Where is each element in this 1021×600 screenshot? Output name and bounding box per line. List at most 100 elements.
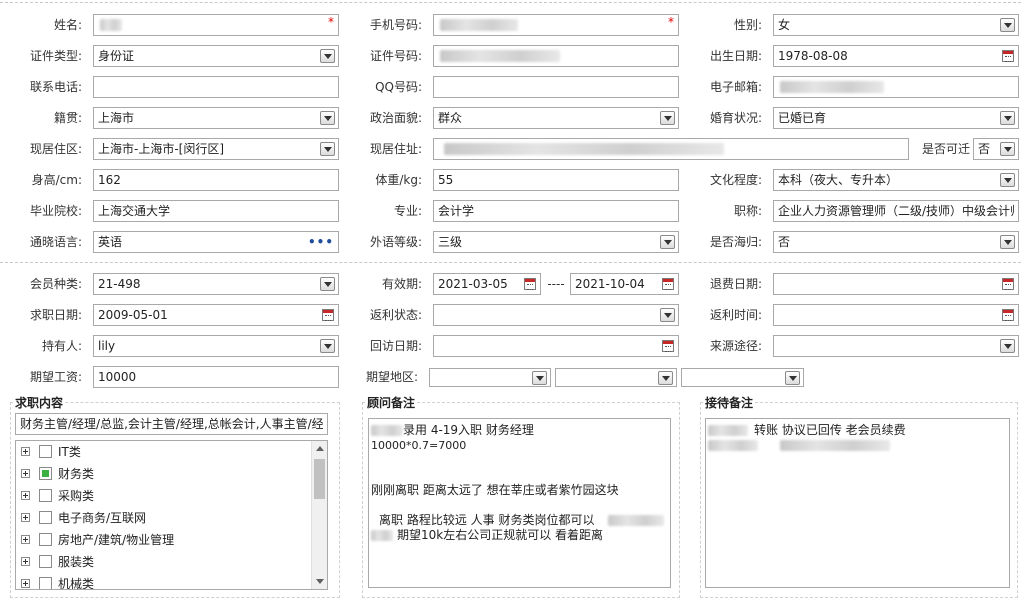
checkbox[interactable]	[39, 577, 52, 589]
chevron-down-icon[interactable]	[320, 49, 335, 63]
validity-from-input[interactable]: 2021-03-05	[433, 273, 541, 295]
expand-plus-icon[interactable]	[21, 579, 30, 588]
chevron-down-icon[interactable]	[1000, 173, 1015, 187]
more-options-icon[interactable]: •••	[308, 235, 334, 249]
rebate-status-select[interactable]	[433, 304, 679, 326]
chevron-down-icon[interactable]	[320, 339, 335, 353]
chevron-down-icon[interactable]	[660, 308, 675, 322]
job-content-selected-input[interactable]: 财务主管/经理/总监,会计主管/经理,总帐会计,人事主管/经理	[15, 413, 328, 435]
validity-to-input[interactable]: 2021-10-04	[570, 273, 679, 295]
lang-level-select[interactable]: 三级	[433, 231, 679, 253]
can-relocate-select[interactable]: 否	[973, 138, 1019, 160]
source-select[interactable]	[773, 335, 1019, 357]
political-select[interactable]: 群众	[433, 107, 679, 129]
calendar-icon[interactable]	[524, 278, 536, 290]
checkbox[interactable]	[39, 511, 52, 524]
name-input[interactable]: *	[93, 14, 339, 36]
expand-plus-icon[interactable]	[21, 513, 30, 522]
email-label: 电子邮箱:	[709, 80, 762, 94]
top-divider	[0, 2, 1021, 3]
title-label: 职称:	[733, 204, 762, 218]
qq-input[interactable]	[433, 76, 679, 98]
tree-item[interactable]: IT类	[16, 441, 327, 463]
title-input[interactable]: 企业人力资源管理师（二级/技师）中级会计师	[773, 200, 1019, 222]
tree-item[interactable]: 采购类	[16, 485, 327, 507]
redacted-phone	[440, 19, 518, 31]
scroll-thumb[interactable]	[314, 459, 325, 499]
expand-plus-icon[interactable]	[21, 491, 30, 500]
residence-area-select[interactable]: 上海市-上海市-[闵行区]	[93, 138, 339, 160]
tree-item[interactable]: 房地产/建筑/物业管理	[16, 529, 327, 551]
chevron-down-icon[interactable]	[1000, 18, 1015, 32]
height-input[interactable]: 162	[93, 169, 339, 191]
phone-input[interactable]: *	[433, 14, 679, 36]
tree-item[interactable]: 机械类	[16, 573, 327, 589]
chevron-down-icon[interactable]	[658, 371, 673, 385]
chevron-down-icon[interactable]	[1000, 235, 1015, 249]
chevron-down-icon[interactable]	[532, 371, 547, 385]
calendar-icon[interactable]	[322, 309, 334, 321]
chevron-down-icon[interactable]	[1000, 111, 1015, 125]
salary-input[interactable]: 10000	[93, 366, 339, 388]
area-label: 期望地区:	[365, 370, 418, 384]
member-type-select[interactable]: 21-498	[93, 273, 339, 295]
id-no-input[interactable]	[433, 45, 679, 67]
visit-date-input[interactable]	[433, 335, 679, 357]
chevron-down-icon[interactable]	[660, 111, 675, 125]
tree-item[interactable]: 财务类	[16, 463, 327, 485]
calendar-icon[interactable]	[662, 340, 674, 352]
calendar-icon[interactable]	[1002, 50, 1014, 62]
scroll-down-icon[interactable]	[316, 579, 324, 584]
area-city-select[interactable]	[555, 368, 677, 387]
area-district-select[interactable]	[681, 368, 804, 387]
chevron-down-icon[interactable]	[785, 371, 800, 385]
id-type-select[interactable]: 身份证	[93, 45, 339, 67]
refund-date-input[interactable]	[773, 273, 1019, 295]
weight-input[interactable]: 55	[433, 169, 679, 191]
chevron-down-icon[interactable]	[320, 111, 335, 125]
native-select[interactable]: 上海市	[93, 107, 339, 129]
tel-input[interactable]	[93, 76, 339, 98]
rebate-time-input[interactable]	[773, 304, 1019, 326]
area-province-select[interactable]	[429, 368, 551, 387]
scroll-up-icon[interactable]	[316, 446, 324, 451]
overseas-select[interactable]: 否	[773, 231, 1019, 253]
checkbox-checked[interactable]	[39, 467, 52, 480]
birth-date-input[interactable]: 1978-08-08	[773, 45, 1019, 67]
education-select[interactable]: 本科（夜大、专升本）	[773, 169, 1019, 191]
education-label: 文化程度:	[709, 173, 762, 187]
chevron-down-icon[interactable]	[320, 277, 335, 291]
marital-label: 婚育状况:	[709, 111, 762, 125]
tree-item[interactable]: 电子商务/互联网	[16, 507, 327, 529]
expand-plus-icon[interactable]	[21, 557, 30, 566]
advisor-notes-textarea[interactable]: 录用 4-19入职 财务经理 10000*0.7=7000 刚刚离职 距离太远了…	[368, 418, 671, 588]
marital-select[interactable]: 已婚已育	[773, 107, 1019, 129]
calendar-icon[interactable]	[1002, 309, 1014, 321]
job-date-input[interactable]: 2009-05-01	[93, 304, 339, 326]
calendar-icon[interactable]	[662, 278, 674, 290]
expand-plus-icon[interactable]	[21, 535, 30, 544]
major-input[interactable]: 会计学	[433, 200, 679, 222]
school-input[interactable]: 上海交通大学	[93, 200, 339, 222]
reception-notes-textarea[interactable]: 转账 协议已回传 老会员续费	[705, 418, 1010, 588]
email-input[interactable]	[773, 76, 1019, 98]
tree-scrollbar[interactable]	[311, 441, 327, 589]
chevron-down-icon[interactable]	[660, 235, 675, 249]
address-input[interactable]	[433, 138, 909, 160]
tree-item[interactable]: 服装类	[16, 551, 327, 573]
checkbox[interactable]	[39, 555, 52, 568]
checkbox[interactable]	[39, 489, 52, 502]
chevron-down-icon[interactable]	[1000, 339, 1015, 353]
checkbox[interactable]	[39, 445, 52, 458]
gender-select[interactable]: 女	[773, 14, 1019, 36]
expand-plus-icon[interactable]	[21, 447, 30, 456]
calendar-icon[interactable]	[1002, 278, 1014, 290]
lang-level-label: 外语等级:	[369, 235, 422, 249]
chevron-down-icon[interactable]	[1000, 142, 1015, 156]
holder-select[interactable]: lily	[93, 335, 339, 357]
checkbox[interactable]	[39, 533, 52, 546]
chevron-down-icon[interactable]	[320, 142, 335, 156]
language-input[interactable]: 英语 •••	[93, 231, 339, 253]
expand-plus-icon[interactable]	[21, 469, 30, 478]
name-label: 姓名:	[53, 18, 82, 32]
